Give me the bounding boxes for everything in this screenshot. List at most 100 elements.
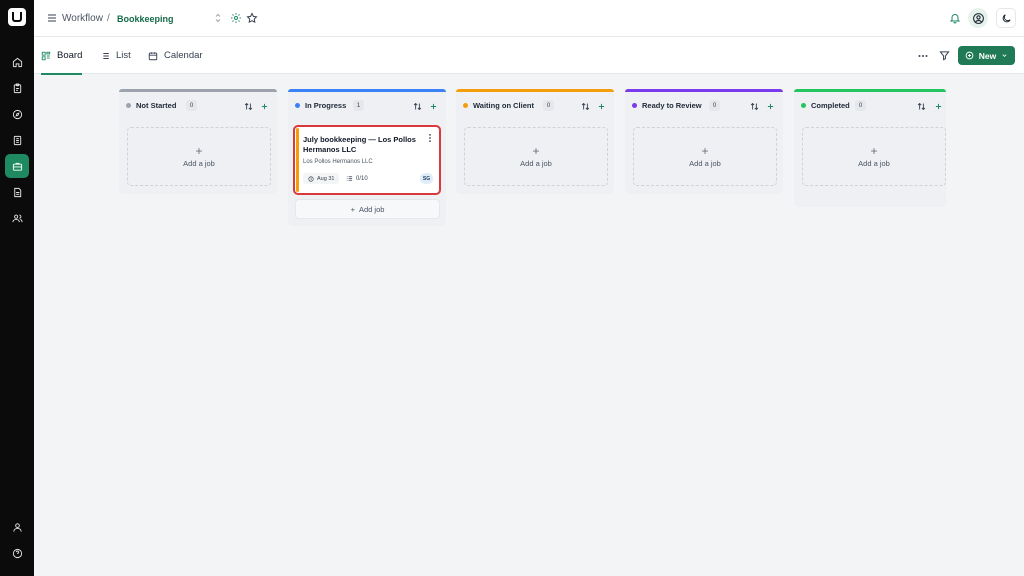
checklist-icon [346,176,353,181]
sidebar [0,0,34,576]
breadcrumb-separator: / [107,13,110,24]
tab-calendar[interactable]: Calendar [148,37,203,74]
star-icon[interactable] [246,12,258,24]
users-icon[interactable] [5,206,29,230]
briefcase-icon[interactable] [5,154,29,178]
add-job-dropzone[interactable]: + Add a job [802,127,946,186]
filter-icon[interactable] [939,50,951,62]
column-count-badge: 0 [186,100,197,111]
column-header: Not Started 0 [119,92,277,121]
add-job-plus-icon[interactable] [597,102,606,111]
tab-list[interactable]: List [100,37,131,74]
add-job-dropzone[interactable]: + Add a job [127,127,271,186]
board-icon [41,51,51,60]
sort-icon[interactable] [917,102,926,111]
job-title: July bookkeeping — Los Pollos Hermanos L… [303,135,416,154]
add-job-button-label: Add job [358,204,385,214]
chevron-down-icon [1002,54,1007,57]
clipboard-icon[interactable] [5,76,29,100]
column-count-badge: 0 [709,100,720,111]
job-task-progress: 0/10 [346,173,368,184]
theme-toggle-button[interactable] [996,8,1016,28]
clock-icon [308,175,314,182]
profile-icon [972,12,984,24]
breadcrumb-workflow[interactable]: Workflow [62,13,103,24]
file-text-icon[interactable] [5,180,29,204]
add-job-plus-icon[interactable] [260,102,269,111]
job-due-date: Aug 31 [317,175,335,182]
breadcrumb-current[interactable]: Bookkeeping [117,14,174,24]
top-bar: Workflow / Bookkeeping [34,0,1024,37]
sort-icon[interactable] [750,102,759,111]
plus-icon: + [701,143,709,158]
column-header: Completed 0 [794,92,946,121]
menu-icon[interactable] [46,12,58,24]
add-job-label: Add a job [183,158,215,168]
column-in-progress: In Progress 1 July bookkeeping — Los Pol… [288,89,446,226]
add-job-label: Add a job [858,158,890,168]
add-job-label: Add a job [520,158,552,168]
job-priority-accent [296,128,299,192]
new-button[interactable]: New [958,46,1015,65]
plus-icon: + [870,143,878,158]
tab-calendar-label: Calendar [164,50,203,61]
user-icon[interactable] [5,515,29,539]
sort-icon[interactable] [581,102,590,111]
column-completed: Completed 0 + Add a job [794,89,946,207]
home-icon[interactable] [5,50,29,74]
add-job-plus-icon[interactable] [766,102,775,111]
column-title: Waiting on Client [473,101,534,110]
app-logo[interactable] [8,8,26,26]
job-task-count: 0/10 [356,175,368,182]
status-dot [463,103,468,108]
plus-icon: + [350,204,355,214]
plus-circle-icon [965,51,974,60]
assignee-avatar[interactable]: SG [420,173,433,184]
column-header: Ready to Review 0 [625,92,783,121]
column-count-badge: 1 [353,100,364,111]
column-waiting-on-client: Waiting on Client 0 + Add a job [456,89,614,194]
view-tabs-bar: Board List Calendar New [34,37,1024,75]
more-options-icon[interactable] [917,50,929,62]
column-header: Waiting on Client 0 [456,92,614,121]
profile-avatar-button[interactable] [968,8,988,28]
job-client-name: Los Pollos Hermanos LLC [303,159,373,165]
column-title: Completed [811,101,850,110]
column-title: Not Started [136,101,177,110]
bell-icon[interactable] [949,12,961,24]
moon-icon [1002,13,1011,22]
tab-board-label: Board [57,50,83,61]
compass-icon[interactable] [5,102,29,126]
status-dot [295,103,300,108]
chevron-updown-icon[interactable] [212,12,224,24]
kebab-menu-icon[interactable] [427,133,433,143]
job-card[interactable]: July bookkeeping — Los Pollos Hermanos L… [293,125,441,195]
status-dot [126,103,131,108]
column-ready-to-review: Ready to Review 0 + Add a job [625,89,783,194]
column-not-started: Not Started 0 + Add a job [119,89,277,194]
job-due-date-badge: Aug 31 [303,173,340,184]
add-job-plus-icon[interactable] [429,102,438,111]
column-title: Ready to Review [642,101,702,110]
help-icon[interactable] [5,541,29,565]
add-job-button[interactable]: + Add job [295,199,440,219]
sort-icon[interactable] [244,102,253,111]
column-count-badge: 0 [855,100,866,111]
tab-list-label: List [116,50,131,61]
new-button-label: New [978,50,997,61]
plus-icon: + [532,143,540,158]
sort-icon[interactable] [413,102,422,111]
status-dot [632,103,637,108]
add-job-label: Add a job [689,158,721,168]
add-job-plus-icon[interactable] [934,102,943,111]
settings-gear-icon[interactable] [230,12,242,24]
status-dot [801,103,806,108]
tab-board[interactable]: Board [41,37,83,75]
list-icon [101,52,109,59]
add-job-dropzone[interactable]: + Add a job [633,127,777,186]
column-title: In Progress [305,101,347,110]
add-job-dropzone[interactable]: + Add a job [464,127,608,186]
plus-icon: + [195,143,203,158]
column-header: In Progress 1 [288,92,446,121]
document-icon[interactable] [5,128,29,152]
